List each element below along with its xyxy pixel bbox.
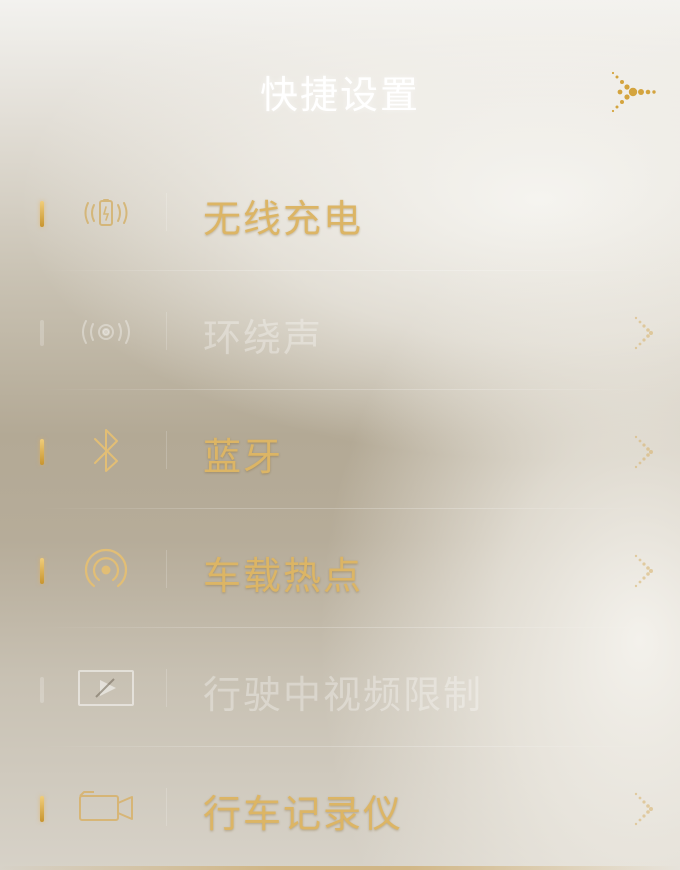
video-restriction-icon <box>70 659 142 719</box>
selection-bar <box>40 558 44 584</box>
setting-label: 行驶中视频限制 <box>203 673 484 717</box>
row-divider <box>166 312 167 350</box>
selection-bar <box>40 320 44 346</box>
setting-label: 蓝牙 <box>203 435 284 479</box>
setting-row-wireless-charging[interactable]: 无线充电 <box>0 153 680 271</box>
row-separator <box>40 746 656 747</box>
back-button[interactable] <box>600 62 664 122</box>
quick-settings-panel: 快捷设置 无线充电 环绕声 蓝牙 车载热点 行驶中视频限制 行车记录仪 <box>0 0 680 870</box>
row-divider <box>166 431 167 469</box>
page-title: 快捷设置 <box>259 73 420 117</box>
setting-row-bluetooth[interactable]: 蓝牙 <box>0 391 680 509</box>
row-divider <box>166 193 167 231</box>
wireless-charging-icon <box>70 183 142 243</box>
chevron-right-icon <box>626 784 662 832</box>
hotspot-icon <box>70 540 142 600</box>
setting-label: 无线充电 <box>203 197 364 241</box>
row-separator <box>40 508 656 509</box>
row-separator <box>40 627 656 628</box>
setting-label: 环绕声 <box>203 316 324 360</box>
chevron-right-icon <box>626 427 662 475</box>
selection-bar <box>40 439 44 465</box>
dashcam-icon <box>70 778 142 838</box>
row-divider <box>166 788 167 826</box>
setting-row-video-restriction[interactable]: 行驶中视频限制 <box>0 629 680 747</box>
bluetooth-icon <box>70 421 142 481</box>
row-divider <box>166 550 167 588</box>
setting-label: 行车记录仪 <box>203 792 404 836</box>
setting-row-surround-sound[interactable]: 环绕声 <box>0 272 680 390</box>
selection-bar <box>40 677 44 703</box>
surround-sound-icon <box>70 302 142 362</box>
back-arrow-icon <box>611 71 656 113</box>
setting-label: 车载热点 <box>203 554 364 598</box>
selection-bar <box>40 796 44 822</box>
row-divider <box>166 669 167 707</box>
chevron-right-icon <box>626 546 662 594</box>
row-separator <box>40 389 656 390</box>
setting-row-hotspot[interactable]: 车载热点 <box>0 510 680 628</box>
row-separator <box>40 270 656 271</box>
chevron-right-icon <box>626 308 662 356</box>
setting-row-dashcam[interactable]: 行车记录仪 <box>0 748 680 866</box>
selection-bar <box>40 201 44 227</box>
